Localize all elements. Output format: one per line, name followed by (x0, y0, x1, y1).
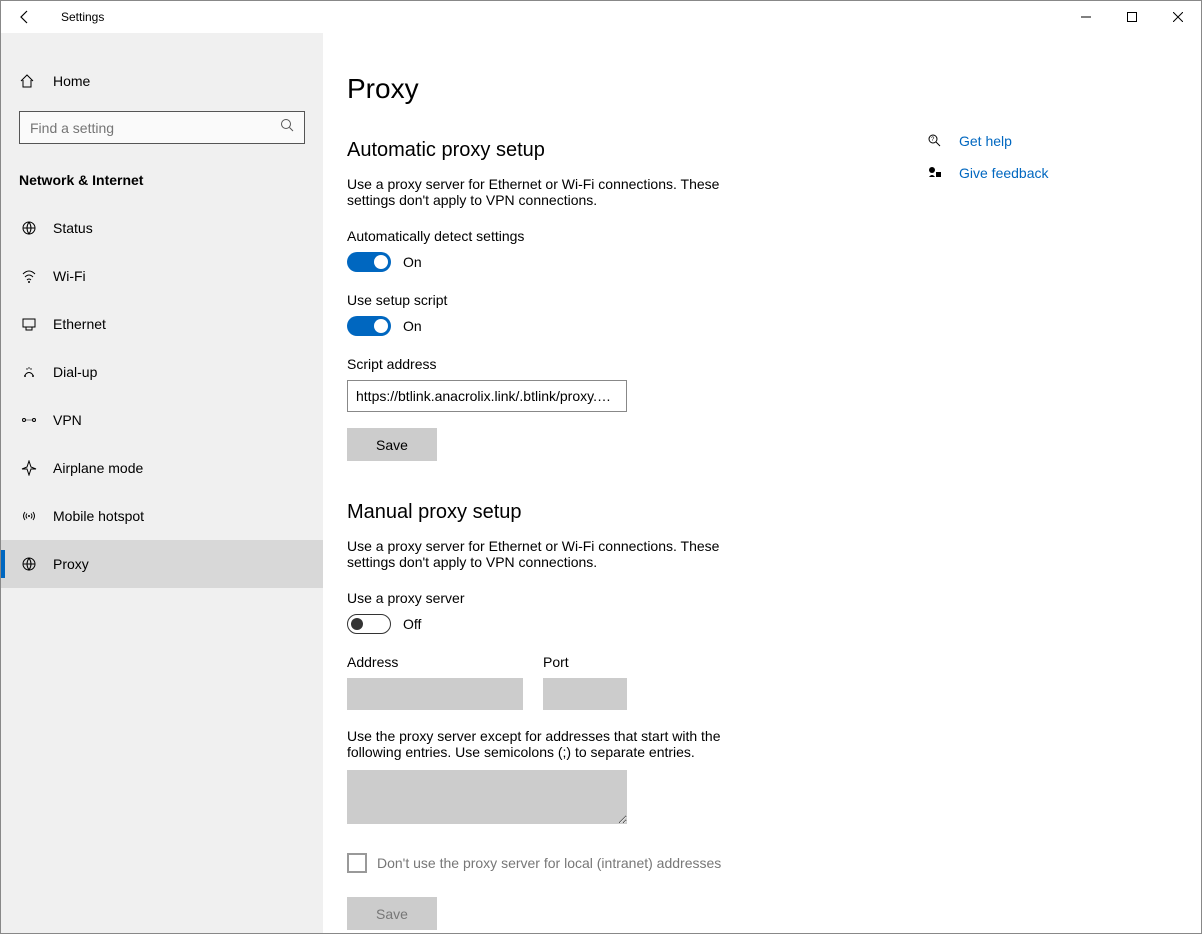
vpn-icon (19, 412, 39, 428)
auto-detect-toggle[interactable] (347, 252, 391, 272)
main-content: Proxy Automatic proxy setup Use a proxy … (323, 33, 1201, 933)
get-help-row[interactable]: ? Get help (927, 133, 1049, 149)
sidebar: Home Network & Internet Status Wi (1, 33, 323, 933)
sidebar-item-label: Dial-up (53, 364, 97, 380)
minimize-button[interactable] (1063, 1, 1109, 33)
manual-desc: Use a proxy server for Ethernet or Wi-Fi… (347, 538, 767, 570)
search-input[interactable] (30, 120, 280, 136)
address-label: Address (347, 654, 523, 670)
proxy-icon (19, 556, 39, 572)
sidebar-item-vpn[interactable]: VPN (1, 396, 323, 444)
home-icon (19, 73, 39, 89)
script-address-input[interactable] (347, 380, 627, 412)
manual-heading: Manual proxy setup (347, 501, 907, 524)
manual-save-button: Save (347, 897, 437, 930)
close-button[interactable] (1155, 1, 1201, 33)
auto-detect-state: On (403, 254, 422, 270)
feedback-row[interactable]: Give feedback (927, 165, 1049, 181)
except-desc: Use the proxy server except for addresse… (347, 728, 767, 760)
search-icon (280, 118, 294, 137)
use-proxy-state: Off (403, 616, 421, 632)
auto-desc: Use a proxy server for Ethernet or Wi-Fi… (347, 176, 767, 208)
sidebar-item-label: Proxy (53, 556, 89, 572)
svg-text:?: ? (931, 137, 935, 143)
script-toggle[interactable] (347, 316, 391, 336)
feedback-icon (927, 165, 947, 181)
dialup-icon (19, 364, 39, 380)
except-input (347, 770, 627, 824)
titlebar: Settings (1, 1, 1201, 33)
sidebar-item-label: VPN (53, 412, 82, 428)
port-input (543, 678, 627, 710)
use-proxy-toggle[interactable] (347, 614, 391, 634)
sidebar-item-label: Status (53, 220, 93, 236)
wifi-icon (19, 268, 39, 284)
script-address-label: Script address (347, 356, 907, 372)
home-label: Home (53, 73, 90, 89)
auto-save-button[interactable]: Save (347, 428, 437, 461)
sidebar-item-ethernet[interactable]: Ethernet (1, 300, 323, 348)
help-icon: ? (927, 133, 947, 149)
back-button[interactable] (1, 9, 49, 25)
sidebar-item-label: Mobile hotspot (53, 508, 144, 524)
status-icon (19, 220, 39, 236)
sidebar-item-proxy[interactable]: Proxy (1, 540, 323, 588)
category-heading: Network & Internet (1, 154, 323, 198)
sidebar-item-dialup[interactable]: Dial-up (1, 348, 323, 396)
maximize-button[interactable] (1109, 1, 1155, 33)
local-checkbox (347, 853, 367, 873)
port-label: Port (543, 654, 627, 670)
sidebar-item-status[interactable]: Status (1, 204, 323, 252)
get-help-link[interactable]: Get help (959, 133, 1012, 149)
address-input (347, 678, 523, 710)
local-label: Don't use the proxy server for local (in… (377, 855, 721, 871)
sidebar-item-label: Airplane mode (53, 460, 143, 476)
page-title: Proxy (347, 73, 1161, 105)
airplane-icon (19, 460, 39, 476)
home-nav[interactable]: Home (1, 61, 323, 101)
sidebar-item-label: Wi-Fi (53, 268, 86, 284)
use-proxy-label: Use a proxy server (347, 590, 907, 606)
ethernet-icon (19, 316, 39, 332)
sidebar-item-wifi[interactable]: Wi-Fi (1, 252, 323, 300)
auto-detect-label: Automatically detect settings (347, 228, 907, 244)
sidebar-item-airplane[interactable]: Airplane mode (1, 444, 323, 492)
sidebar-item-hotspot[interactable]: Mobile hotspot (1, 492, 323, 540)
search-input-wrap[interactable] (19, 111, 305, 144)
feedback-link[interactable]: Give feedback (959, 165, 1049, 181)
auto-heading: Automatic proxy setup (347, 139, 907, 162)
script-toggle-state: On (403, 318, 422, 334)
hotspot-icon (19, 508, 39, 524)
script-toggle-label: Use setup script (347, 292, 907, 308)
sidebar-item-label: Ethernet (53, 316, 106, 332)
window-title: Settings (49, 10, 104, 24)
